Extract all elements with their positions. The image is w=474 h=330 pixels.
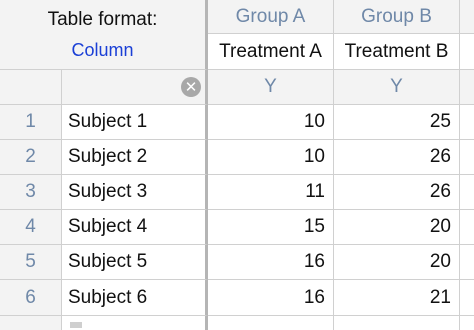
column-group-b-header[interactable]: Group B bbox=[334, 0, 460, 34]
table-format-corner[interactable]: Table format: Column bbox=[0, 0, 208, 70]
data-cell-b[interactable]: 26 bbox=[334, 140, 460, 175]
header-filler-2 bbox=[460, 34, 474, 70]
column-title-treatment-a[interactable]: Treatment A bbox=[208, 34, 334, 70]
row-marker-icon bbox=[70, 322, 82, 328]
value-text: 16 bbox=[303, 251, 325, 272]
data-cell-a[interactable]: 16 bbox=[208, 280, 334, 316]
row-number[interactable]: 2 bbox=[0, 140, 62, 175]
subheader-filler bbox=[460, 70, 474, 105]
data-table-sheet: Table format: Column Group A Group B Tre… bbox=[0, 0, 474, 330]
row-number[interactable]: 1 bbox=[0, 105, 62, 140]
table-format-value[interactable]: Column bbox=[71, 39, 133, 61]
row-title-cell[interactable]: Subject 3 bbox=[62, 175, 208, 210]
value-text: 10 bbox=[303, 146, 325, 167]
value-text: 10 bbox=[303, 111, 325, 132]
row-title-cell[interactable]: Subject 6 bbox=[62, 280, 208, 316]
row-number-text: 1 bbox=[25, 111, 36, 132]
group-a-label: Group A bbox=[235, 5, 306, 27]
data-cell-b[interactable]: 21 bbox=[334, 280, 460, 316]
data-cell-a[interactable]: 15 bbox=[208, 210, 334, 245]
y-label-b: Y bbox=[390, 76, 403, 97]
row-filler-partial bbox=[460, 316, 474, 330]
data-cell-b[interactable]: 25 bbox=[334, 105, 460, 140]
row-title-partial[interactable] bbox=[62, 316, 208, 330]
data-cell-a[interactable]: 11 bbox=[208, 175, 334, 210]
value-text: 26 bbox=[429, 181, 451, 202]
row-number-text: 4 bbox=[25, 216, 36, 237]
value-text: 15 bbox=[303, 216, 325, 237]
row-number-text: 3 bbox=[25, 181, 36, 202]
row-number[interactable]: 3 bbox=[0, 175, 62, 210]
row-title-text: Subject 3 bbox=[68, 181, 148, 202]
y-label-a: Y bbox=[264, 76, 277, 97]
row-number-text: 5 bbox=[25, 251, 36, 272]
data-cell-a[interactable]: 10 bbox=[208, 140, 334, 175]
value-text: 11 bbox=[305, 181, 325, 202]
row-title-cell[interactable]: Subject 4 bbox=[62, 210, 208, 245]
value-text: 20 bbox=[429, 251, 451, 272]
data-cell-b[interactable]: 20 bbox=[334, 210, 460, 245]
row-filler bbox=[460, 245, 474, 280]
treatment-b-title: Treatment B bbox=[344, 40, 449, 62]
row-number-text: 6 bbox=[25, 286, 36, 308]
row-number-text: 2 bbox=[25, 146, 36, 167]
data-cell-a[interactable]: 16 bbox=[208, 245, 334, 280]
row-number-partial[interactable] bbox=[0, 316, 62, 330]
row-filler bbox=[460, 140, 474, 175]
row-number[interactable]: 4 bbox=[0, 210, 62, 245]
row-filler bbox=[460, 105, 474, 140]
row-title-text: Subject 4 bbox=[68, 216, 148, 237]
value-text: 21 bbox=[429, 286, 451, 308]
row-title-text: Subject 2 bbox=[68, 146, 148, 167]
subheader-y-b[interactable]: Y bbox=[334, 70, 460, 105]
table-format-label: Table format: bbox=[47, 8, 158, 30]
row-title-cell[interactable]: Subject 1 bbox=[62, 105, 208, 140]
row-title-cell[interactable]: Subject 5 bbox=[62, 245, 208, 280]
subheader-rownum-cell bbox=[0, 70, 62, 105]
header-filler bbox=[460, 0, 474, 34]
row-title-text: Subject 1 bbox=[68, 111, 148, 132]
row-filler bbox=[460, 175, 474, 210]
row-title-text: Subject 5 bbox=[68, 251, 148, 272]
column-group-a-header[interactable]: Group A bbox=[208, 0, 334, 34]
column-title-treatment-b[interactable]: Treatment B bbox=[334, 34, 460, 70]
subheader-y-a[interactable]: Y bbox=[208, 70, 334, 105]
data-cell-a-partial[interactable] bbox=[208, 316, 334, 330]
row-title-text: Subject 6 bbox=[68, 286, 148, 308]
group-b-label: Group B bbox=[361, 5, 432, 27]
value-text: 26 bbox=[429, 146, 451, 167]
data-cell-b[interactable]: 26 bbox=[334, 175, 460, 210]
treatment-a-title: Treatment A bbox=[219, 40, 322, 62]
value-text: 16 bbox=[303, 286, 325, 308]
row-title-cell[interactable]: Subject 2 bbox=[62, 140, 208, 175]
row-number[interactable]: 5 bbox=[0, 245, 62, 280]
row-filler bbox=[460, 210, 474, 245]
value-text: 20 bbox=[429, 216, 451, 237]
data-cell-b[interactable]: 20 bbox=[334, 245, 460, 280]
data-cell-b-partial[interactable] bbox=[334, 316, 460, 330]
row-number[interactable]: 6 bbox=[0, 280, 62, 316]
data-cell-a[interactable]: 10 bbox=[208, 105, 334, 140]
clear-icon[interactable]: ✕ bbox=[181, 77, 201, 97]
value-text: 25 bbox=[429, 111, 451, 132]
subheader-name-cell: ✕ bbox=[62, 70, 208, 105]
row-filler bbox=[460, 280, 474, 316]
